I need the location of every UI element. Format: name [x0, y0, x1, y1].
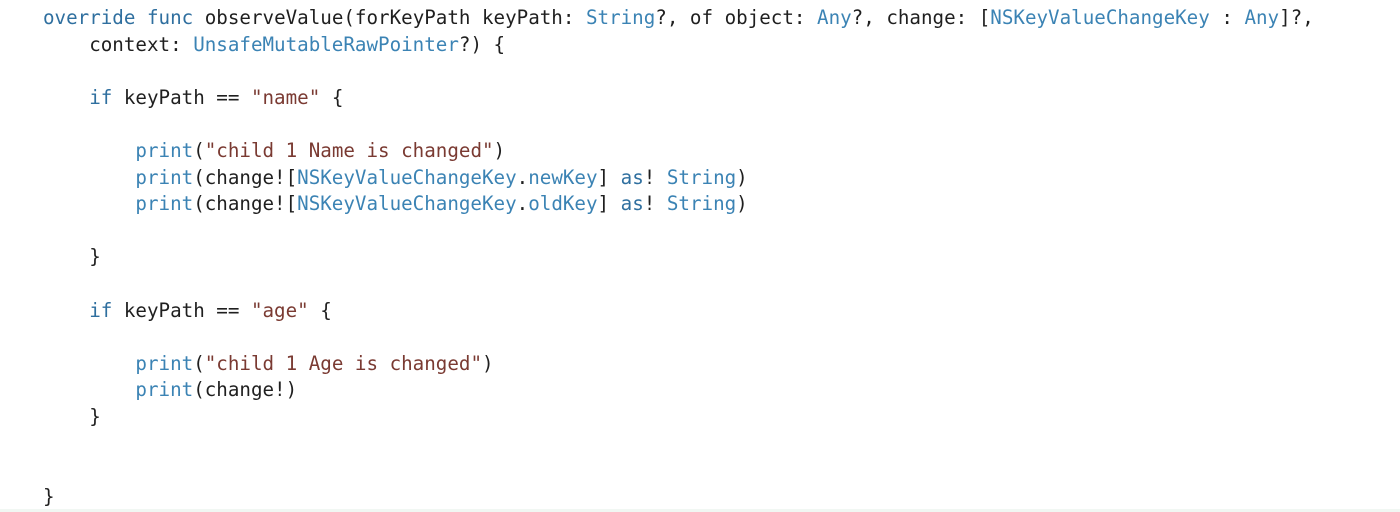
code-token: Any [817, 6, 852, 29]
code-token: "child 1 Age is changed" [204, 351, 482, 375]
code-token: ) [482, 351, 494, 375]
code-token: { [320, 85, 344, 109]
code-token: ) [736, 165, 748, 189]
code-token: } [43, 484, 55, 508]
code-token: "name" [250, 85, 321, 109]
code-token: (change!) [193, 378, 298, 402]
code-editor[interactable]: override func observeValue(forKeyPath ke… [0, 0, 1400, 512]
code-line: } [43, 484, 1314, 511]
code-token: ] [597, 165, 621, 189]
code-line: } [43, 404, 1314, 431]
code-line: if keyPath == "name" { [43, 85, 1314, 112]
code-token: "child 1 Name is changed" [204, 138, 494, 162]
code-token: ]?, [1279, 6, 1314, 29]
code-token: ( [193, 138, 205, 162]
code-token: keyPath == [112, 85, 251, 109]
code-token: (change![ [193, 165, 298, 189]
code-line: } [43, 244, 1314, 271]
code-token: UnsafeMutableRawPointer [193, 32, 459, 56]
code-token: ] [597, 192, 621, 216]
code-token: . [516, 192, 529, 216]
code-token: ?) { [458, 32, 506, 56]
code-token: Any [1244, 6, 1280, 29]
code-token: ! [643, 165, 667, 189]
code-token: print [135, 165, 194, 189]
code-token: print [135, 138, 194, 162]
code-token: ) [736, 192, 748, 216]
code-token: override [43, 6, 136, 29]
code-token: String [666, 165, 737, 189]
code-token: as [620, 165, 644, 189]
code-token: ( [193, 351, 205, 375]
code-token: if [89, 298, 113, 322]
code-token: print [135, 192, 194, 216]
code-token: : [1209, 6, 1245, 29]
code-token: (change![ [193, 192, 298, 216]
code-line: print(change![NSKeyValueChangeKey.oldKey… [43, 191, 1314, 218]
code-line: context: UnsafeMutableRawPointer?) { [43, 32, 1314, 59]
code-line: print(change![NSKeyValueChangeKey.newKey… [43, 165, 1314, 192]
code-line: print("child 1 Age is changed") [43, 351, 1314, 378]
code-token: NSKeyValueChangeKey [297, 165, 517, 189]
code-token: print [135, 351, 194, 375]
code-token: } [43, 245, 101, 269]
code-line: print("child 1 Name is changed") [43, 138, 1314, 165]
code-token: "age" [250, 298, 309, 322]
code-token: ?, of object: [655, 6, 818, 29]
code-token: { [308, 298, 332, 322]
code-token: context: [43, 32, 194, 56]
code-token: print [135, 378, 194, 402]
code-token: } [43, 404, 101, 428]
code-block[interactable]: override func observeValue(forKeyPath ke… [43, 5, 1314, 510]
code-line: if keyPath == "age" { [43, 298, 1314, 325]
code-token: func [146, 6, 194, 29]
code-token: keyPath == [112, 298, 251, 322]
code-token: observeValue(forKeyPath keyPath: [193, 6, 586, 29]
code-token: ?, change: [ [851, 6, 991, 29]
code-token: NSKeyValueChangeKey [297, 192, 517, 216]
code-token: String [585, 6, 656, 29]
code-token: oldKey [528, 192, 598, 216]
code-token: NSKeyValueChangeKey [990, 6, 1210, 29]
code-token: . [516, 165, 529, 189]
code-token: as [620, 192, 644, 216]
code-token: if [89, 85, 113, 109]
code-token: ) [493, 138, 506, 162]
code-token: String [666, 192, 737, 216]
code-token: ! [643, 192, 667, 216]
code-line: print(change!) [43, 377, 1314, 404]
code-token: newKey [528, 165, 598, 189]
code-line: override func observeValue(forKeyPath ke… [43, 5, 1314, 32]
